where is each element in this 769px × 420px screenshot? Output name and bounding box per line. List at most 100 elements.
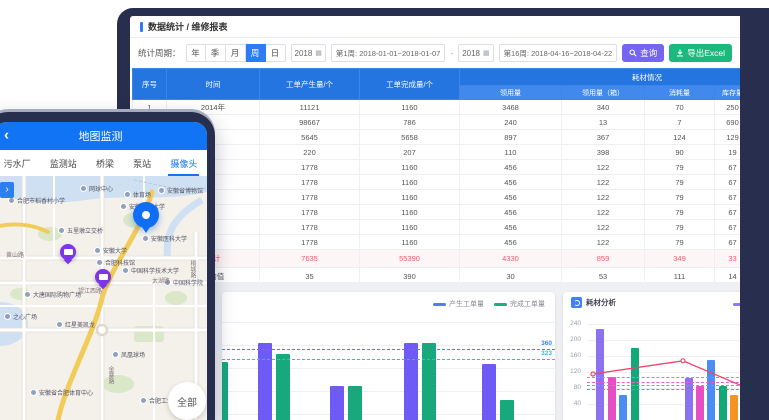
map-poi-label: 大唐国际购物广场 xyxy=(24,290,81,299)
sub-column-header: 领用量（箱） xyxy=(562,86,645,100)
map-road-label: 金寨路 xyxy=(106,366,115,384)
poi-dot-icon xyxy=(120,203,127,210)
filter-label: 统计周期： xyxy=(138,47,181,59)
page: 数据统计 / 维修报表 统计周期： 年季月周日 2018 ▦ 第1周: 2018… xyxy=(0,0,769,420)
bar xyxy=(348,386,362,420)
period-option[interactable]: 日 xyxy=(266,44,286,62)
poi-dot-icon xyxy=(158,187,165,194)
export-excel-button[interactable]: 导出Excel xyxy=(669,44,732,62)
charts-area: 产生工单量完成工单量 360323 耗材分析 2402001601208040 xyxy=(130,282,740,420)
y-tick: 120 xyxy=(565,368,581,375)
column-header: 序号 xyxy=(133,69,167,100)
table-row: 298667786240137690 xyxy=(133,115,741,130)
period-option[interactable]: 年 xyxy=(186,44,206,62)
y-tick: 80 xyxy=(565,384,581,391)
table-row: 6177811604561227967 xyxy=(133,175,741,190)
map-poi-label: 网球中心 xyxy=(80,184,113,193)
period-segment: 年季月周日 xyxy=(186,44,286,62)
breadcrumb: 数据统计 / 维修报表 xyxy=(148,20,228,33)
poi-dot-icon xyxy=(58,227,65,234)
camera-marker-pin[interactable] xyxy=(60,244,76,260)
poi-dot-icon xyxy=(96,259,103,266)
phone-mockup: ‹ 地图监测 污水厂监测站桥梁泵站摄像头 xyxy=(0,112,215,420)
bar xyxy=(500,400,514,420)
table-row: 9177811604561227967 xyxy=(133,220,741,235)
map-road-label: 太湖路 xyxy=(152,276,170,285)
camera-marker-pin[interactable] xyxy=(95,269,111,285)
search-icon xyxy=(629,49,637,57)
breadcrumb-bar: 数据统计 / 维修报表 xyxy=(130,16,740,38)
tab-桥梁[interactable]: 桥梁 xyxy=(96,150,114,176)
table-row: 10177811604561227967 xyxy=(133,235,741,250)
period-option[interactable]: 月 xyxy=(226,44,246,62)
start-year-select[interactable]: 2018 ▦ xyxy=(291,44,326,62)
reference-line xyxy=(222,359,555,360)
bar xyxy=(596,329,604,420)
bar xyxy=(608,377,616,420)
query-button[interactable]: 查询 xyxy=(622,44,664,62)
calendar-icon: ▦ xyxy=(483,49,490,57)
end-year-select[interactable]: 2018 ▦ xyxy=(458,44,493,62)
material-chart-header: 耗材分析 xyxy=(571,297,616,308)
start-range-input[interactable]: 第1周: 2018-01-01~2018-01-07 xyxy=(331,44,445,62)
bar xyxy=(404,343,418,420)
column-header: 时间 xyxy=(167,69,260,100)
material-legend-dash xyxy=(733,303,740,306)
back-icon[interactable]: ‹ xyxy=(4,126,9,143)
map-poi-label: 凤凰球场 xyxy=(112,350,145,359)
workorder-chart-card: 产生工单量完成工单量 360323 xyxy=(222,292,555,420)
phone-app-header: ‹ 地图监测 xyxy=(0,122,207,150)
reference-line xyxy=(222,349,555,350)
table-row: 8177811604561227967 xyxy=(133,205,741,220)
dashboard-screen: 数据统计 / 维修报表 统计周期： 年季月周日 2018 ▦ 第1周: 2018… xyxy=(130,16,740,420)
bar xyxy=(707,360,715,420)
table-row: 5177811604561227967 xyxy=(133,160,741,175)
period-option[interactable]: 季 xyxy=(206,44,226,62)
reference-line xyxy=(587,389,740,390)
total-row: 合计763555390433085934933 xyxy=(133,250,741,268)
map-canvas[interactable]: › 全部 网球中心合肥市稻香村小学体育场安徽农业大学安徽省博物馆五里墩立交桥安徽… xyxy=(0,176,207,420)
start-year-value: 2018 xyxy=(295,49,313,58)
all-button[interactable]: 全部 xyxy=(168,382,206,420)
poi-dot-icon xyxy=(80,185,87,192)
analysis-icon xyxy=(571,297,582,308)
table-row: 7177811604561227967 xyxy=(133,190,741,205)
export-label: 导出Excel xyxy=(687,47,725,59)
tab-摄像头[interactable]: 摄像头 xyxy=(170,150,197,176)
tab-污水厂[interactable]: 污水厂 xyxy=(4,150,31,176)
map-poi-label: 体育场 xyxy=(124,190,151,199)
selected-location-pin[interactable] xyxy=(133,202,159,228)
bar xyxy=(422,343,436,420)
poi-dot-icon xyxy=(8,197,15,204)
period-option[interactable]: 周 xyxy=(246,44,266,62)
y-tick: 240 xyxy=(565,320,581,327)
tab-监测站[interactable]: 监测站 xyxy=(50,150,77,176)
legend-item: 产生工单量 xyxy=(433,299,484,309)
poi-dot-icon xyxy=(122,267,129,274)
poi-dot-icon xyxy=(124,191,131,198)
filter-toolbar: 统计周期： 年季月周日 2018 ▦ 第1周: 2018-01-01~2018-… xyxy=(130,38,740,68)
app-title: 地图监测 xyxy=(79,128,123,144)
column-header: 工单完成量/个 xyxy=(360,69,460,100)
bar xyxy=(719,386,727,420)
end-range-input[interactable]: 第16周: 2018-04-16~2018-04-22 xyxy=(499,44,618,62)
group-header: 耗材情况 xyxy=(460,69,741,86)
poi-dot-icon xyxy=(112,351,119,358)
map-poi-label: 安徽省合肥体育中心 xyxy=(30,388,93,397)
download-icon xyxy=(676,49,684,57)
table-row: 12014年111211160346834070250 xyxy=(133,100,741,115)
map-poi-label: 合肥市稻香村小学 xyxy=(8,196,65,205)
map-road-label: 黄山路 xyxy=(6,250,24,259)
tab-泵站[interactable]: 泵站 xyxy=(133,150,151,176)
map-poi-label: 之心广场 xyxy=(4,312,37,321)
sub-column-header: 消耗量 xyxy=(645,86,715,100)
bar xyxy=(619,395,627,420)
map-expand-button[interactable]: › xyxy=(0,182,14,198)
reference-line xyxy=(587,382,740,383)
y-tick: 200 xyxy=(565,336,581,343)
bar xyxy=(696,386,704,420)
y-tick: 40 xyxy=(565,400,581,407)
poi-dot-icon xyxy=(24,291,31,298)
material-chart-card: 耗材分析 2402001601208040 xyxy=(563,292,740,420)
legend-item: 完成工单量 xyxy=(494,299,545,309)
